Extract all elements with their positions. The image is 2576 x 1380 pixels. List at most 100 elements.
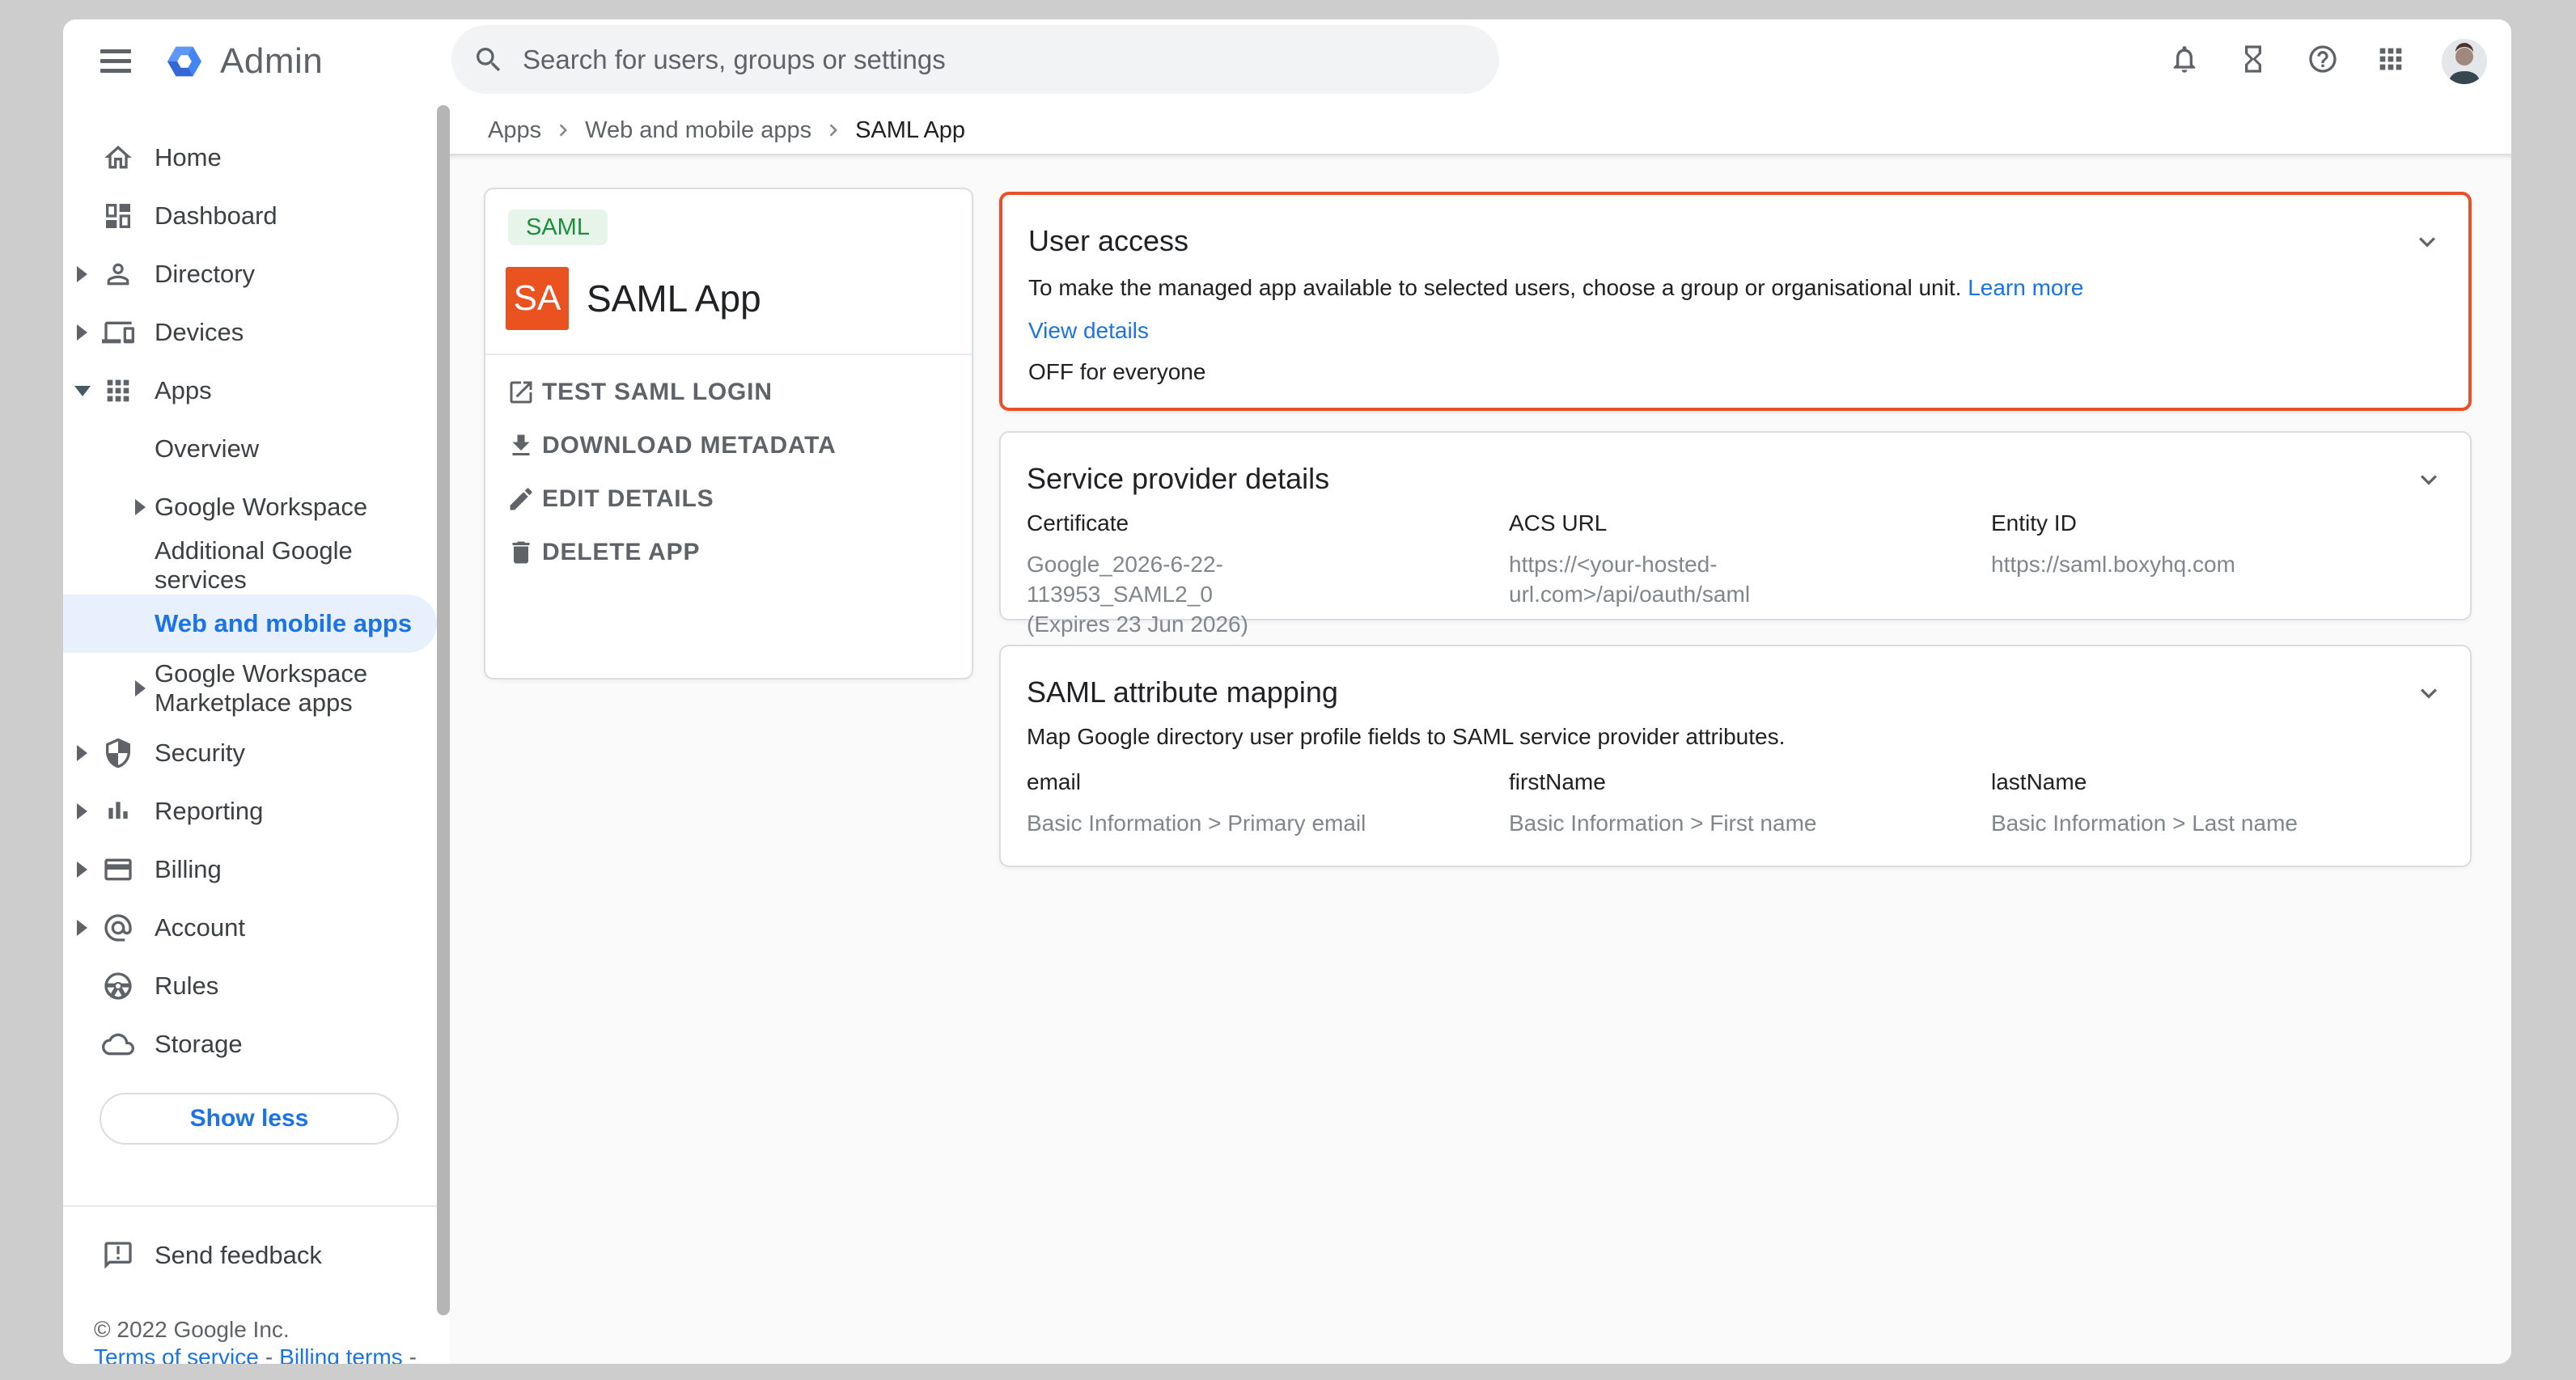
edit-details-button[interactable]: EDIT DETAILS	[485, 472, 972, 526]
user-access-card: User access To make the managed app avai…	[999, 192, 2472, 411]
sidebar-item-security[interactable]: Security	[63, 724, 437, 782]
sidebar-item-reporting[interactable]: Reporting	[63, 782, 437, 840]
breadcrumb-current: SAML App	[855, 117, 965, 144]
lastname-mapping: lastName Basic Information > Last name	[1991, 769, 2444, 838]
sidebar-item-home[interactable]: Home	[63, 129, 437, 187]
learn-more-link[interactable]: Learn more	[1968, 275, 2083, 300]
sidebar-item-directory[interactable]: Directory	[63, 245, 437, 303]
sidebar-item-label: Billing	[155, 855, 222, 884]
admin-console-window: Admin	[63, 19, 2511, 1364]
attribute-mapping-fields: email Basic Information > Primary email …	[1027, 769, 2444, 838]
expand-right-icon	[77, 803, 87, 819]
app-actions: TEST SAML LOGIN DOWNLOAD METADATA EDIT D…	[485, 366, 972, 579]
home-icon	[102, 142, 134, 174]
open-in-new-icon	[506, 378, 536, 407]
sidebar-item-account[interactable]: Account	[63, 899, 437, 957]
expand-right-icon	[77, 920, 87, 936]
chevron-right-icon	[821, 118, 845, 142]
notifications-button[interactable]	[2168, 43, 2201, 75]
collapse-user-access-button[interactable]	[2411, 226, 2443, 258]
footer-links: Terms of service-Billing terms-	[94, 1344, 423, 1364]
collapse-attribute-mapping-button[interactable]	[2413, 677, 2445, 709]
person-icon	[102, 258, 134, 290]
bar-chart-icon	[102, 795, 134, 828]
sidebar-item-devices[interactable]: Devices	[63, 303, 437, 362]
sidebar-item-dashboard[interactable]: Dashboard	[63, 187, 437, 245]
sidebar-item-storage[interactable]: Storage	[63, 1015, 437, 1073]
trash-icon	[506, 538, 536, 567]
shield-icon	[102, 737, 134, 769]
top-app-bar: Admin	[63, 19, 2511, 107]
terms-of-service-link[interactable]: Terms of service	[94, 1344, 259, 1364]
sidebar-item-label: Google Workspace	[155, 493, 367, 522]
help-icon	[2307, 43, 2339, 75]
view-details-link[interactable]: View details	[1028, 318, 1149, 344]
sidebar-item-marketplace-apps[interactable]: Google Workspace Marketplace apps	[63, 653, 437, 724]
sidebar-item-label: Additional Google services	[155, 536, 437, 595]
account-avatar[interactable]	[2442, 39, 2487, 84]
sidebar-item-label: Overview	[155, 434, 259, 464]
search-bar[interactable]	[451, 25, 1499, 94]
expand-right-icon	[77, 266, 87, 282]
breadcrumb-apps[interactable]: Apps	[488, 117, 541, 144]
dashboard-icon	[102, 200, 134, 232]
sidebar-item-web-and-mobile-apps[interactable]: Web and mobile apps	[63, 595, 437, 653]
main-menu-button[interactable]	[100, 44, 133, 76]
expand-right-icon	[135, 499, 146, 515]
test-saml-login-button[interactable]: TEST SAML LOGIN	[485, 366, 972, 419]
tasks-button[interactable]	[2237, 43, 2269, 75]
app-tile-initials: SA	[506, 267, 569, 330]
app-title: SAML App	[587, 277, 761, 320]
send-feedback-label: Send feedback	[155, 1241, 322, 1270]
wheel-icon	[102, 970, 134, 1002]
chevron-right-icon	[551, 118, 575, 142]
show-less-button[interactable]: Show less	[100, 1093, 399, 1145]
saml-badge: SAML	[508, 210, 608, 245]
sidebar-item-apps[interactable]: Apps	[63, 362, 437, 420]
credit-card-icon	[102, 853, 134, 886]
sidebar-item-label: Storage	[155, 1030, 243, 1059]
admin-logo: Admin	[162, 37, 323, 86]
email-mapping: email Basic Information > Primary email	[1027, 769, 1509, 838]
breadcrumb: Apps Web and mobile apps SAML App	[450, 107, 2511, 154]
service-provider-title: Service provider details	[1027, 462, 1329, 496]
breadcrumb-web-and-mobile-apps[interactable]: Web and mobile apps	[585, 117, 811, 144]
sidebar-item-additional-google-services[interactable]: Additional Google services	[63, 536, 437, 595]
content-area: SAML SA SAML App TEST SAML LOGIN DOWNLOA…	[450, 154, 2511, 1364]
sidebar-item-rules[interactable]: Rules	[63, 957, 437, 1015]
sidebar-item-apps-overview[interactable]: Overview	[63, 420, 437, 478]
product-name: Admin	[220, 41, 323, 82]
sidebar-scrollbar-thumb[interactable]	[437, 105, 450, 1315]
download-metadata-button[interactable]: DOWNLOAD METADATA	[485, 419, 972, 472]
search-input[interactable]	[521, 44, 1499, 76]
user-access-description: To make the managed app available to sel…	[1028, 275, 2083, 301]
sidebar-item-label: Account	[155, 913, 245, 942]
sidebar-item-label: Web and mobile apps	[155, 609, 412, 638]
sidebar-item-google-workspace[interactable]: Google Workspace	[63, 478, 437, 536]
sidebar-item-label: Rules	[155, 972, 218, 1001]
google-apps-button[interactable]	[2375, 43, 2407, 75]
expand-down-icon	[74, 386, 91, 396]
sidebar-item-label: Devices	[155, 318, 244, 347]
sidebar-items: Home Dashboard Directory Devices Apps	[63, 129, 437, 1145]
delete-app-button[interactable]: DELETE APP	[485, 526, 972, 579]
devices-icon	[102, 316, 134, 349]
apps-icon	[102, 375, 134, 407]
help-button[interactable]	[2307, 43, 2339, 75]
hourglass-icon	[2237, 43, 2269, 75]
sidebar-footer: Send feedback © 2022 Google Inc. Terms o…	[63, 1205, 437, 1364]
firstname-mapping: firstName Basic Information > First name	[1509, 769, 1991, 838]
copyright-text: © 2022 Google Inc.	[94, 1317, 290, 1343]
attribute-mapping-description: Map Google directory user profile fields…	[1027, 724, 1785, 750]
sidebar-item-billing[interactable]: Billing	[63, 840, 437, 899]
at-sign-icon	[102, 912, 134, 944]
collapse-service-provider-button[interactable]	[2413, 464, 2445, 496]
sidebar-item-label: Dashboard	[155, 201, 278, 231]
expand-right-icon	[77, 324, 87, 341]
billing-terms-link[interactable]: Billing terms	[279, 1344, 402, 1364]
certificate-field: Certificate Google_2026-6-22-113953_SAML…	[1027, 510, 1509, 639]
cloud-icon	[102, 1028, 134, 1060]
expand-right-icon	[77, 745, 87, 761]
sidebar-item-label: Google Workspace Marketplace apps	[155, 659, 381, 718]
send-feedback-button[interactable]: Send feedback	[63, 1223, 437, 1288]
